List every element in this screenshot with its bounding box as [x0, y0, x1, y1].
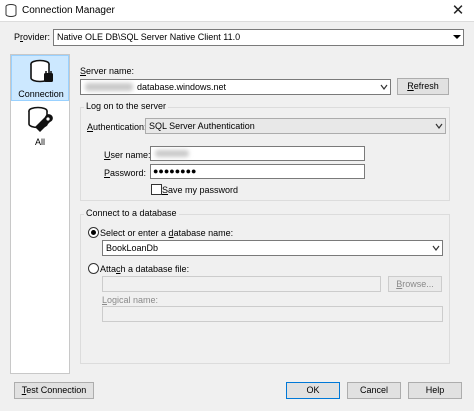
test-connection-button[interactable]: Test Connection: [14, 382, 94, 399]
side-nav: [10, 54, 70, 374]
authentication-label: Authentication:: [87, 122, 147, 132]
app-icon: [5, 4, 17, 17]
logical-name-input[interactable]: [102, 306, 443, 322]
redacted-server-prefix: [85, 83, 133, 91]
nav-item-connection[interactable]: Connection: [11, 55, 69, 101]
database-name-value: BookLoanDb: [106, 243, 159, 253]
ok-button[interactable]: OK: [286, 382, 340, 399]
browse-button[interactable]: Browse...: [388, 276, 442, 292]
provider-select[interactable]: Native OLE DB\SQL Server Native Client 1…: [53, 29, 464, 46]
database-plug-icon: [30, 59, 53, 83]
server-name-value: database.windows.net: [137, 82, 227, 92]
attach-file-input[interactable]: [102, 276, 381, 292]
help-button[interactable]: Help: [408, 382, 462, 399]
password-input[interactable]: ●●●●●●●●: [150, 164, 365, 179]
password-label: Password:: [104, 168, 147, 178]
tools-icon: [28, 106, 53, 132]
window-title: Connection Manager: [22, 5, 115, 16]
authentication-select[interactable]: SQL Server Authentication: [145, 118, 446, 134]
logical-name-label: Logical name:: [102, 295, 159, 305]
attach-file-radio[interactable]: [88, 263, 99, 274]
chevron-down-icon: [380, 84, 388, 90]
logon-group-title: Log on to the server: [84, 101, 169, 111]
refresh-button[interactable]: Refresh: [397, 78, 449, 95]
save-password-label: Save my password: [162, 185, 239, 195]
close-button[interactable]: ✕: [448, 2, 468, 20]
database-name-combo[interactable]: BookLoanDb: [102, 240, 443, 256]
server-name-label: Server name:: [80, 66, 135, 76]
server-name-combo[interactable]: database.windows.net: [80, 79, 391, 95]
chevron-down-icon: [432, 245, 440, 251]
authentication-value: SQL Server Authentication: [149, 121, 255, 131]
redacted-user-name: [155, 150, 189, 157]
password-value: ●●●●●●●●: [153, 166, 197, 176]
select-database-radio[interactable]: [88, 227, 99, 238]
chevron-down-icon: [453, 35, 461, 39]
select-database-label: Select or enter a database name:: [100, 228, 234, 238]
nav-item-all[interactable]: All: [11, 104, 69, 150]
user-name-input[interactable]: [150, 146, 365, 161]
save-password-checkbox[interactable]: [151, 184, 162, 195]
radio-dot: [91, 230, 96, 235]
title-bar: Connection Manager ✕: [0, 0, 474, 22]
chevron-down-icon: [435, 123, 443, 129]
database-group-title: Connect to a database: [84, 208, 179, 218]
cancel-button[interactable]: Cancel: [347, 382, 401, 399]
user-name-label: User name:: [104, 150, 151, 160]
attach-file-label: Attach a database file:: [100, 264, 190, 274]
provider-value: Native OLE DB\SQL Server Native Client 1…: [57, 32, 241, 42]
nav-label-connection: Connection: [18, 89, 64, 99]
nav-label-all: All: [34, 137, 45, 147]
provider-label: Provider:: [14, 32, 51, 42]
